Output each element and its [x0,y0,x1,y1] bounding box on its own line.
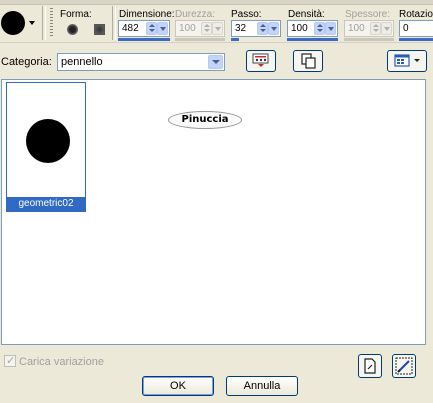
durezza-value: 100 [179,23,196,34]
densita-label: Densità: [288,9,325,20]
toolbar-separator [112,6,116,40]
check-icon: ✓ [6,355,16,367]
brush-tip-icon [1,11,25,35]
densita-dropdown[interactable] [325,22,336,35]
round-shape-button[interactable] [62,20,82,38]
ok-button[interactable]: OK [142,376,214,396]
list-view-icon [394,54,420,67]
brush-preview-button[interactable] [0,8,40,40]
dimensione-updown[interactable] [146,22,157,35]
dimensione-label: Dimensione: [119,9,175,20]
dimensione-value: 482 [122,23,139,34]
watermark-logo: Pinuccia [168,111,242,129]
load-variation-checkbox[interactable]: ✓ [4,355,16,367]
round-shape-icon [67,24,78,35]
brush-thumbnail[interactable]: geometric02 [6,82,86,212]
densita-slider[interactable] [287,38,338,41]
chevron-down-icon[interactable] [208,55,223,69]
passo-value: 32 [235,23,247,34]
category-icon [252,53,269,67]
passo-label: Passo: [231,9,262,20]
dimensione-dropdown[interactable] [157,22,168,35]
category-value: pennello [61,56,103,68]
forma-label: Forma: [60,9,92,20]
brush-name: geometric02 [7,197,85,211]
new-document-button[interactable] [358,354,382,378]
passo-updown[interactable] [257,22,268,35]
square-shape-button[interactable] [89,20,109,38]
copy-icon [301,53,316,69]
category-select[interactable]: pennello [57,53,225,71]
spessore-slider [344,38,394,41]
durezza-slider [175,38,225,41]
densita-spinbox[interactable]: 100 [287,20,338,37]
brush-edit-icon [395,357,413,375]
durezza-spinbox: 100 [175,20,225,37]
square-shape-icon [94,24,105,35]
rotazione-slider[interactable] [399,38,433,41]
durezza-label: Durezza: [175,9,216,20]
load-variation-label: Carica variazione [19,356,104,368]
new-document-icon [364,358,376,374]
category-label: Categoria: [1,56,52,68]
passo-slider[interactable] [231,38,239,41]
toolbar-separator [42,6,46,40]
edit-category-button[interactable] [246,50,276,72]
rotazione-value: 0 [403,23,409,34]
toolbar-grip[interactable] [50,8,53,38]
cancel-button[interactable]: Annulla [226,376,298,396]
top-strip [0,0,433,5]
passo-spinbox[interactable]: 32 [231,20,281,37]
spessore-label: Spessore: [345,9,391,20]
passo-dropdown[interactable] [268,22,279,35]
dimensione-slider[interactable] [118,38,170,41]
brush-preview-image [9,85,83,198]
rotazione-label: Rotazion [399,9,433,20]
circle-brush-icon [26,119,70,163]
brush-edit-button[interactable] [392,354,416,378]
densita-value: 100 [291,23,308,34]
dimensione-spinbox[interactable]: 482 [118,20,170,37]
spessore-spinbox: 100 [344,20,394,37]
densita-updown[interactable] [314,22,325,35]
rotazione-spinbox[interactable]: 0 [399,20,433,37]
spessore-value: 100 [348,23,365,34]
copy-brush-button[interactable] [293,50,323,72]
chevron-down-icon [29,21,35,25]
view-options-button[interactable] [387,50,427,72]
